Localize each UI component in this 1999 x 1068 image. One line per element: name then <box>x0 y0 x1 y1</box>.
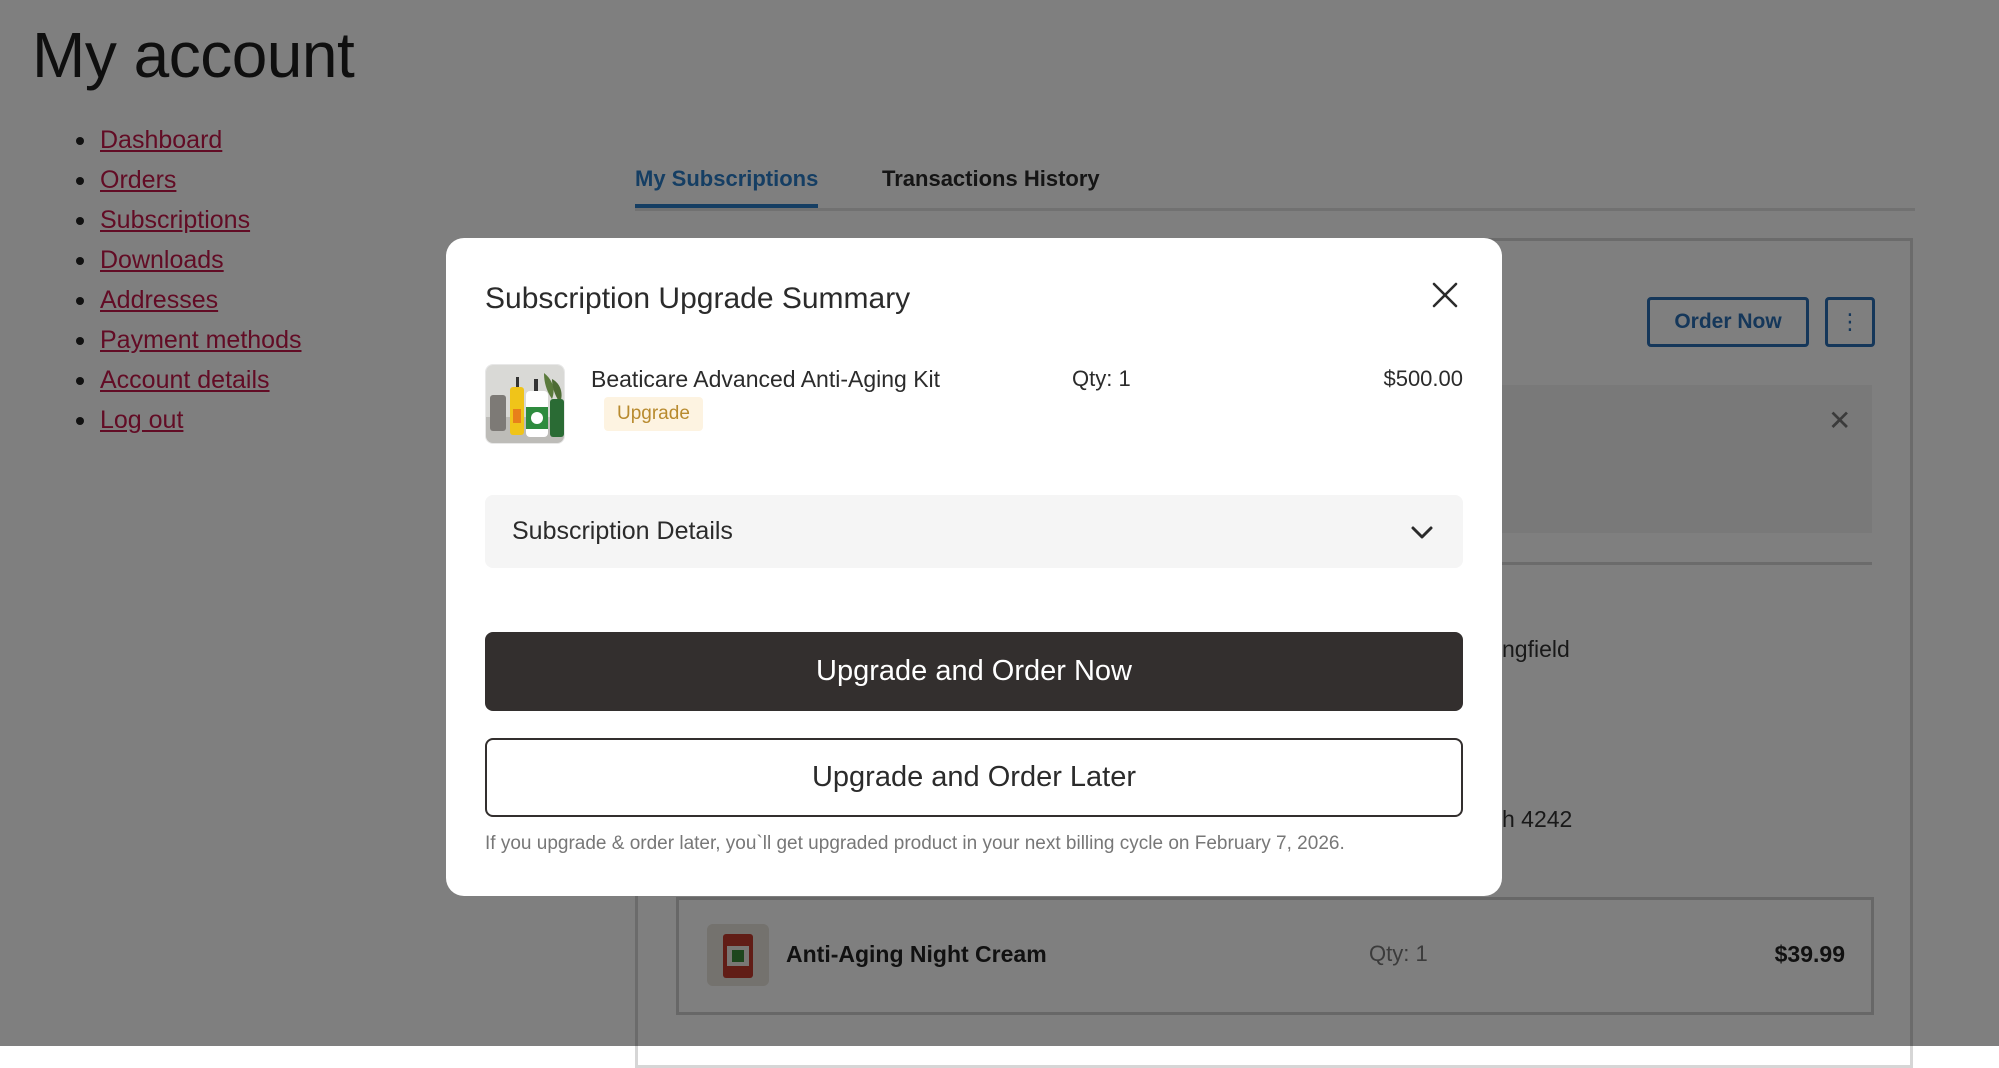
modal-title: Subscription Upgrade Summary <box>485 282 911 315</box>
upgrade-later-note: If you upgrade & order later, you`ll get… <box>485 833 1345 854</box>
chevron-down-icon <box>1409 519 1435 545</box>
upgrade-and-order-now-button[interactable]: Upgrade and Order Now <box>485 632 1463 711</box>
close-icon[interactable] <box>1428 278 1462 312</box>
product-qty: Qty: 1 <box>1072 366 1131 391</box>
product-image <box>485 364 565 444</box>
subscription-details-accordion[interactable]: Subscription Details <box>485 495 1463 568</box>
subscription-details-label: Subscription Details <box>512 517 733 545</box>
upgrade-summary-modal: Subscription Upgrade Summary Beaticare A… <box>446 238 1502 896</box>
product-price: $500.00 <box>1383 366 1463 391</box>
upgrade-badge: Upgrade <box>604 397 703 431</box>
upgrade-and-order-later-button[interactable]: Upgrade and Order Later <box>485 738 1463 817</box>
product-name: Beaticare Advanced Anti-Aging Kit <box>591 366 941 392</box>
